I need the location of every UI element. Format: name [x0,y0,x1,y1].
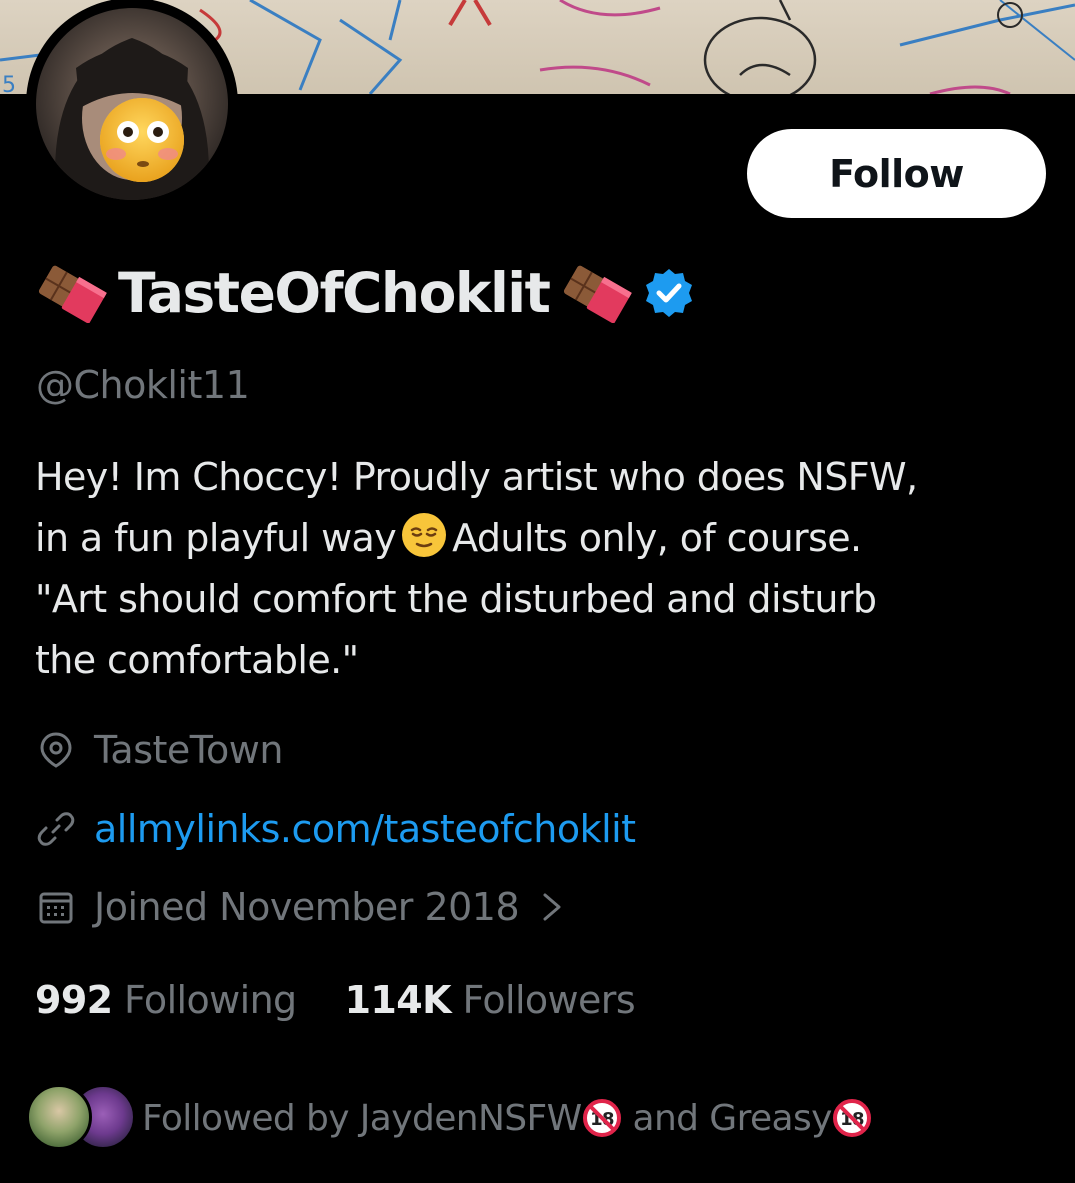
followers-label: Followers [462,978,636,1022]
display-name-row: TasteOfChoklit [34,258,695,328]
profile-page: 5 Follow TasteOfChoklit @Choklit11 Hey! … [0,0,1075,1183]
followed-by-prefix: Followed by [142,1097,350,1139]
chevron-right-icon [543,893,561,921]
joined-row[interactable]: Joined November 2018 [36,885,567,929]
link-icon [37,812,75,846]
follow-button[interactable]: Follow [747,129,1046,218]
location-row: TasteTown [36,728,283,772]
profile-avatar[interactable] [26,0,238,210]
display-name: TasteOfChoklit [118,260,551,325]
no-under-18-icon: 18 [582,1099,621,1137]
bio-line: Hey! Im Choccy! Proudly artist who does … [35,455,918,499]
mutual-avatars [26,1082,136,1154]
avatar [26,1084,92,1150]
followers-stat[interactable]: 114K Followers [344,978,636,1022]
bio-line: in a fun playful way Adults only, of cou… [35,508,1055,569]
chocolate-bar-icon [564,265,633,323]
following-count: 992 [35,978,113,1022]
bio-text: in a fun playful way [35,516,397,560]
following-label: Following [124,978,297,1022]
no-under-18-icon: 18 [832,1099,871,1137]
following-stat[interactable]: 992 Following [35,978,297,1022]
location-text: TasteTown [94,728,283,772]
bio-line: "Art should comfort the disturbed and di… [35,577,877,621]
follow-stats: 992 Following 114K Followers [35,978,636,1022]
bio-line: the comfortable." [35,638,359,682]
mutual-user-name: JaydenNSFW [359,1097,582,1139]
followed-by-row[interactable]: Followed by JaydenNSFW 18 and Greasy 18 [26,1082,872,1154]
user-handle: @Choklit11 [36,363,250,407]
followers-count: 114K [344,978,452,1022]
website-row: allmylinks.com/tasteofchoklit [36,807,636,851]
chocolate-bar-icon [38,265,107,323]
joined-date: Joined November 2018 [94,885,520,929]
profile-bio: Hey! Im Choccy! Proudly artist who does … [35,447,1055,691]
location-pin-icon [40,732,72,768]
relieved-face-icon [402,513,447,557]
verified-badge-icon[interactable] [643,267,695,319]
website-link[interactable]: allmylinks.com/tasteofchoklit [94,807,636,851]
svg-text:5: 5 [2,73,16,94]
avatar-photo [36,8,228,200]
mutual-user-name: Greasy [709,1097,832,1139]
calendar-icon [39,892,73,924]
bio-text: Adults only, of course. [452,516,862,560]
followed-by-joiner: and [632,1097,700,1139]
